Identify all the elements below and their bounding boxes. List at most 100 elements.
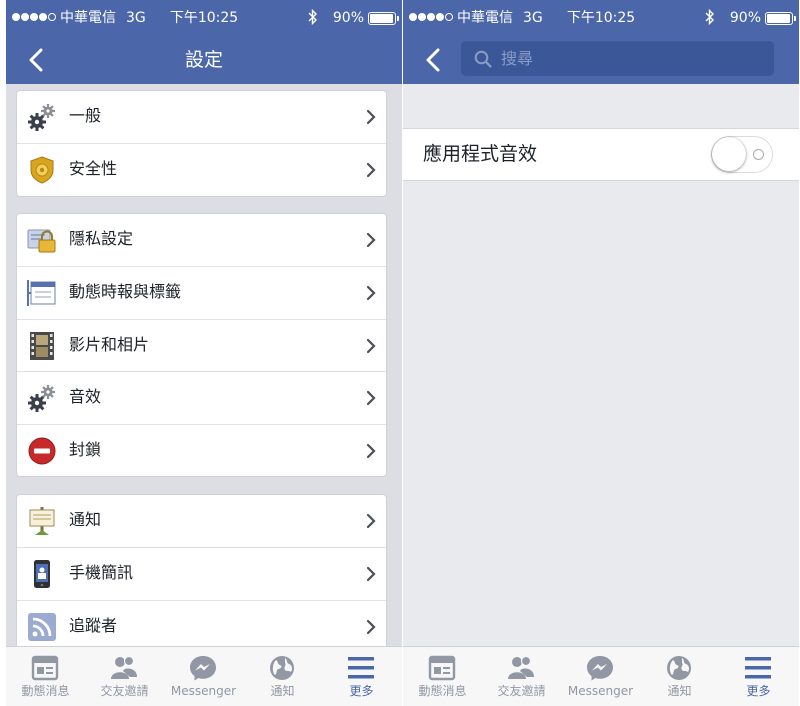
tab-label: 更多 (746, 684, 771, 698)
network-type: 3G (523, 10, 543, 26)
status-time: 下午10:25 (169, 10, 239, 26)
messenger-icon (587, 656, 613, 681)
chevron-right-icon (366, 232, 376, 248)
settings-group-account: 一般 安全性 (16, 90, 387, 197)
search-placeholder: 搜尋 (501, 49, 534, 68)
menu-icon (348, 657, 374, 679)
tab-label: 動態消息 (418, 684, 467, 698)
sounds-screen: 中華電信 3G 下午10:25 90% 搜尋 應用程式音效 動態消息 交友邀請 (403, 0, 799, 706)
tab-label: 通知 (667, 684, 692, 698)
tab-notifications[interactable]: 通知 (243, 647, 322, 706)
signal-strength: 中華電信 3G (409, 9, 543, 27)
tab-label: 更多 (349, 684, 374, 698)
settings-item-label: 封鎖 (69, 439, 102, 459)
toggle-knob (712, 137, 746, 171)
app-sounds-label: 應用程式音效 (423, 143, 538, 165)
block-icon (28, 437, 56, 465)
tab-news-feed[interactable]: 動態消息 (403, 647, 482, 706)
settings-group-privacy: 隱私設定 動態時報與標籤 影片和相片 音效 封鎖 (16, 213, 387, 477)
settings-item-label: 通知 (69, 510, 102, 529)
navigation-bar: 搜尋 (403, 36, 799, 84)
security-badge-icon (30, 156, 54, 184)
settings-item-label: 手機簡訊 (69, 563, 134, 583)
tab-news-feed[interactable]: 動態消息 (6, 647, 85, 706)
settings-item-label: 追蹤者 (69, 615, 118, 635)
tab-more[interactable]: 更多 (322, 647, 401, 706)
privacy-lock-icon (27, 229, 56, 253)
gear-icon (28, 104, 55, 131)
app-sounds-toggle[interactable] (711, 136, 773, 173)
settings-item-label: 影片和相片 (69, 334, 150, 354)
settings-item-notifications[interactable]: 通知 (17, 495, 386, 547)
tab-friend-requests[interactable]: 交友邀請 (85, 647, 164, 706)
settings-item-security[interactable]: 安全性 (17, 143, 386, 195)
tab-messenger[interactable]: Messenger (164, 647, 243, 706)
settings-group-notifications: 通知 手機簡訊 追蹤者 (16, 494, 387, 654)
tab-bar: 動態消息 交友邀請 Messenger 通知 更多 (403, 646, 799, 706)
menu-icon (745, 657, 771, 679)
network-type: 3G (126, 10, 146, 26)
tab-label: 交友邀請 (497, 684, 546, 698)
tab-label: Messenger (567, 684, 634, 698)
messenger-icon (190, 656, 216, 681)
signal-strength: 中華電信 3G (12, 9, 146, 27)
search-input[interactable]: 搜尋 (461, 41, 774, 76)
status-bar: 中華電信 3G 下午10:25 90% (403, 0, 799, 36)
battery-percent: 90% (332, 10, 364, 26)
tab-label: 交友邀請 (100, 684, 149, 698)
chevron-right-icon (366, 443, 376, 458)
tab-label: 通知 (270, 684, 295, 698)
settings-item-videos-photos[interactable]: 影片和相片 (17, 318, 386, 371)
notification-sign-icon (29, 507, 55, 535)
tab-notifications[interactable]: 通知 (640, 647, 719, 706)
news-feed-icon (31, 655, 59, 681)
globe-icon (270, 656, 294, 680)
tab-label: 動態消息 (21, 684, 70, 698)
settings-item-privacy[interactable]: 隱私設定 (17, 214, 386, 266)
tab-messenger[interactable]: Messenger (561, 647, 640, 706)
settings-screen: 中華電信 3G 下午10:25 90% 設定 一般 安全性 隱私設定 動態時報與… (6, 0, 402, 706)
status-time: 下午10:25 (566, 10, 636, 26)
carrier-name: 中華電信 (457, 10, 513, 26)
settings-item-general[interactable]: 一般 (17, 91, 386, 143)
friends-icon (111, 655, 137, 679)
rss-icon (28, 612, 56, 641)
timeline-icon (27, 280, 56, 307)
tab-label: Messenger (170, 684, 237, 698)
page-title: 設定 (184, 49, 223, 71)
friends-icon (508, 655, 534, 679)
chevron-right-icon (366, 338, 376, 353)
tab-more[interactable]: 更多 (719, 647, 798, 706)
chevron-right-icon (366, 567, 376, 582)
battery-icon (368, 12, 399, 25)
globe-icon (667, 656, 691, 680)
chevron-right-icon (366, 109, 376, 125)
bluetooth-icon (705, 8, 715, 30)
settings-item-followers[interactable]: 追蹤者 (17, 599, 386, 652)
navigation-bar: 設定 (6, 36, 402, 84)
tab-friend-requests[interactable]: 交友邀請 (482, 647, 561, 706)
settings-item-text-messaging[interactable]: 手機簡訊 (17, 547, 386, 599)
news-feed-icon (428, 655, 456, 681)
chevron-right-icon (366, 391, 376, 406)
settings-item-label: 隱私設定 (69, 229, 134, 248)
settings-item-label: 一般 (69, 106, 102, 125)
bluetooth-icon (308, 8, 318, 30)
gear-icon (28, 385, 55, 413)
settings-item-sounds[interactable]: 音效 (17, 371, 386, 423)
toggle-off-indicator (753, 149, 764, 160)
carrier-name: 中華電信 (60, 10, 116, 26)
settings-item-label: 安全性 (69, 159, 118, 179)
film-strip-icon (30, 331, 54, 360)
search-icon (474, 50, 492, 68)
back-button[interactable] (421, 47, 447, 73)
settings-item-blocking[interactable]: 封鎖 (17, 423, 386, 476)
chevron-right-icon (366, 513, 376, 529)
chevron-right-icon (366, 286, 376, 301)
settings-item-timeline-tagging[interactable]: 動態時報與標籤 (17, 266, 386, 318)
settings-item-label: 音效 (69, 387, 102, 407)
chevron-right-icon (366, 619, 376, 634)
status-bar: 中華電信 3G 下午10:25 90% (6, 0, 402, 36)
chevron-right-icon (366, 163, 376, 178)
battery-icon (765, 12, 796, 25)
